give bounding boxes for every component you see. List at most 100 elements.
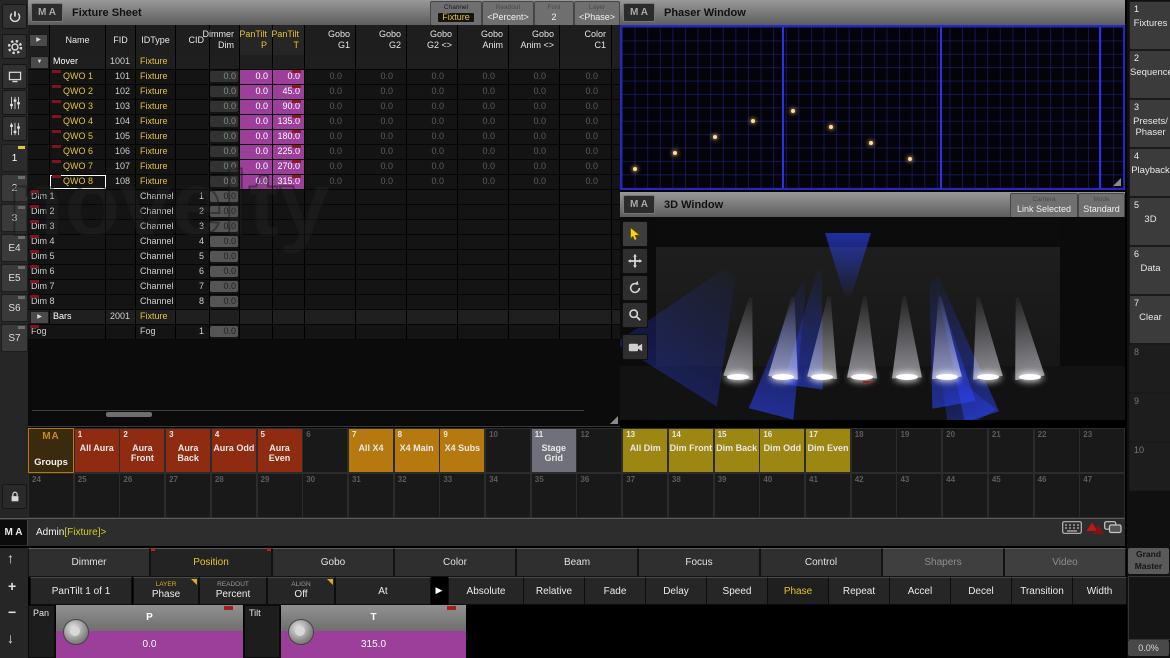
rotate-tool-icon[interactable] bbox=[622, 275, 648, 301]
column-header[interactable]: GoboG2 <> bbox=[407, 25, 458, 55]
encoder-function-phase[interactable]: Phase bbox=[767, 577, 829, 605]
column-header[interactable]: ColorC1 bbox=[560, 25, 612, 55]
tab-video[interactable]: Video bbox=[1004, 548, 1126, 577]
readout-button[interactable]: Readout <Percent> bbox=[482, 1, 534, 26]
expand-all-button[interactable]: ▶ bbox=[28, 25, 50, 55]
align-select[interactable]: ALIGNOff bbox=[267, 577, 335, 605]
table-row[interactable]: Dim 3Channel30.0 bbox=[28, 220, 620, 235]
group-pool-item-17[interactable]: 17Dim Even bbox=[805, 428, 851, 473]
window-resize-handle[interactable] bbox=[1113, 178, 1121, 186]
phaser-step-dot[interactable] bbox=[869, 141, 873, 145]
lock-icon[interactable] bbox=[2, 484, 27, 509]
group-pool-item-33[interactable]: 33 bbox=[439, 473, 485, 518]
view-button-E4[interactable]: E4 bbox=[1, 234, 28, 262]
group-pool-item-35[interactable]: 35 bbox=[531, 473, 577, 518]
display-icon[interactable] bbox=[2, 64, 27, 89]
plus-icon[interactable]: + bbox=[8, 578, 16, 594]
threed-titlebar[interactable]: M A 3D Window Camera Link Selected Mode … bbox=[620, 192, 1125, 218]
grand-master-fader[interactable] bbox=[1128, 576, 1170, 640]
group-pool-item-40[interactable]: 40 bbox=[759, 473, 805, 518]
channel-fixture-toggle[interactable]: Channel Fixture bbox=[430, 1, 482, 26]
group-pool-item-46[interactable]: 46 bbox=[1034, 473, 1080, 518]
move-tool-icon[interactable] bbox=[622, 248, 648, 274]
group-pool-item-30[interactable]: 30 bbox=[302, 473, 348, 518]
faders-icon[interactable] bbox=[2, 90, 27, 115]
table-row[interactable]: Dim 4Channel40.0 bbox=[28, 235, 620, 250]
group-pool-item-1[interactable]: 1All Aura bbox=[74, 428, 120, 473]
group-pool-item-37[interactable]: 37 bbox=[622, 473, 668, 518]
group-pool-item-44[interactable]: 44 bbox=[942, 473, 988, 518]
expand-arrow-icon[interactable]: ▼ bbox=[30, 56, 49, 69]
group-pool-item-42[interactable]: 42 bbox=[851, 473, 897, 518]
group-pool-item-12[interactable]: 12 bbox=[576, 428, 622, 473]
group-pool-item-14[interactable]: 14Dim Front bbox=[668, 428, 714, 473]
phaser-step-dot[interactable] bbox=[673, 151, 677, 155]
encoder-knob-icon[interactable] bbox=[288, 619, 314, 645]
group-pool-item-4[interactable]: 4Aura Odd bbox=[211, 428, 257, 473]
page-down-icon[interactable]: ↓ bbox=[7, 630, 14, 646]
phaser-step-dot[interactable] bbox=[713, 135, 717, 139]
group-pool-item-31[interactable]: 31 bbox=[348, 473, 394, 518]
table-row[interactable]: QWO 7107Fixture0.00.0270.00.00.00.00.00.… bbox=[28, 160, 620, 175]
table-row[interactable]: QWO 8108Fixture0.00.0315.00.00.00.00.00.… bbox=[28, 175, 620, 190]
mode-button[interactable]: Mode Standard bbox=[1078, 193, 1125, 218]
tab-shapers[interactable]: Shapers bbox=[882, 548, 1004, 577]
group-pool-item-43[interactable]: 43 bbox=[896, 473, 942, 518]
group-pool-item-36[interactable]: 36 bbox=[576, 473, 622, 518]
encoder-function-fade[interactable]: Fade bbox=[584, 577, 646, 605]
expand-arrow-icon[interactable]: ▶ bbox=[29, 34, 48, 47]
table-row[interactable]: Dim 5Channel50.0 bbox=[28, 250, 620, 265]
group-pool-item-22[interactable]: 22 bbox=[1034, 428, 1080, 473]
right-view-button-10[interactable]: 10 bbox=[1129, 442, 1170, 491]
messages-icon[interactable] bbox=[1104, 521, 1122, 535]
page-up-icon[interactable]: ↑ bbox=[7, 550, 14, 566]
group-pool-item-20[interactable]: 20 bbox=[942, 428, 988, 473]
column-header[interactable]: Name bbox=[50, 25, 106, 55]
group-pool-item-19[interactable]: 19 bbox=[896, 428, 942, 473]
encoder-function-delay[interactable]: Delay bbox=[645, 577, 707, 605]
encoder-tilt[interactable]: T315.0 bbox=[281, 605, 466, 658]
right-view-button-9[interactable]: 9 bbox=[1129, 393, 1170, 442]
group-pool-item-2[interactable]: 2Aura Front bbox=[119, 428, 165, 473]
power-icon[interactable] bbox=[2, 4, 27, 29]
group-pool-item-27[interactable]: 27 bbox=[165, 473, 211, 518]
group-pool-item-39[interactable]: 39 bbox=[714, 473, 760, 518]
view-button-2[interactable]: 2 bbox=[1, 174, 28, 202]
group-pool-item-47[interactable]: 47 bbox=[1079, 473, 1125, 518]
right-view-button-1[interactable]: 1Fixtures bbox=[1129, 1, 1170, 50]
table-row[interactable]: Dim 8Channel80.0 bbox=[28, 295, 620, 310]
keyboard-icon[interactable] bbox=[1062, 521, 1082, 534]
expand-arrow-icon[interactable]: ▶ bbox=[431, 577, 447, 603]
phaser-step-dot[interactable] bbox=[751, 119, 755, 123]
group-pool-item-10[interactable]: 10 bbox=[485, 428, 531, 473]
table-row[interactable]: Dim 2Channel20.0 bbox=[28, 205, 620, 220]
expand-arrow-icon[interactable]: ▶ bbox=[30, 311, 49, 324]
encoder-function-repeat[interactable]: Repeat bbox=[828, 577, 890, 605]
setup-gear-icon[interactable] bbox=[2, 34, 27, 59]
column-header[interactable]: FID bbox=[106, 25, 136, 55]
tab-gobo[interactable]: Gobo bbox=[272, 548, 394, 577]
column-header[interactable]: GoboAnim <> bbox=[509, 25, 560, 55]
view-button-S7[interactable]: S7 bbox=[1, 324, 28, 352]
phaser-step-dot[interactable] bbox=[908, 157, 912, 161]
executor-faders-icon[interactable] bbox=[2, 116, 27, 141]
command-line-input[interactable]: Admin[Fixture]> bbox=[36, 527, 106, 538]
column-header[interactable]: GoboAnim bbox=[458, 25, 509, 55]
column-header[interactable]: IDType bbox=[136, 25, 176, 55]
phaser-step-dot[interactable] bbox=[791, 109, 795, 113]
table-row[interactable]: Dim 7Channel70.0 bbox=[28, 280, 620, 295]
minus-icon[interactable]: − bbox=[8, 604, 16, 620]
select-tool-icon[interactable] bbox=[622, 221, 648, 247]
group-pool-item-7[interactable]: 7All X4 bbox=[348, 428, 394, 473]
group-pool-item-29[interactable]: 29 bbox=[257, 473, 303, 518]
phaser-titlebar[interactable]: M A Phaser Window bbox=[620, 0, 1125, 26]
phaser-step-dot[interactable] bbox=[633, 167, 637, 171]
group-pool-item-24[interactable]: 24 bbox=[28, 473, 74, 518]
tab-position[interactable]: Position bbox=[150, 548, 272, 577]
view-button-E5[interactable]: E5 bbox=[1, 264, 28, 292]
table-row[interactable]: QWO 3103Fixture0.00.090.00.00.00.00.00.0… bbox=[28, 100, 620, 115]
group-pool-item-25[interactable]: 25 bbox=[74, 473, 120, 518]
window-resize-handle[interactable] bbox=[610, 416, 618, 424]
table-row[interactable]: ▶Bars2001Fixture bbox=[28, 310, 620, 325]
column-header[interactable]: DimmerDim bbox=[210, 25, 240, 55]
